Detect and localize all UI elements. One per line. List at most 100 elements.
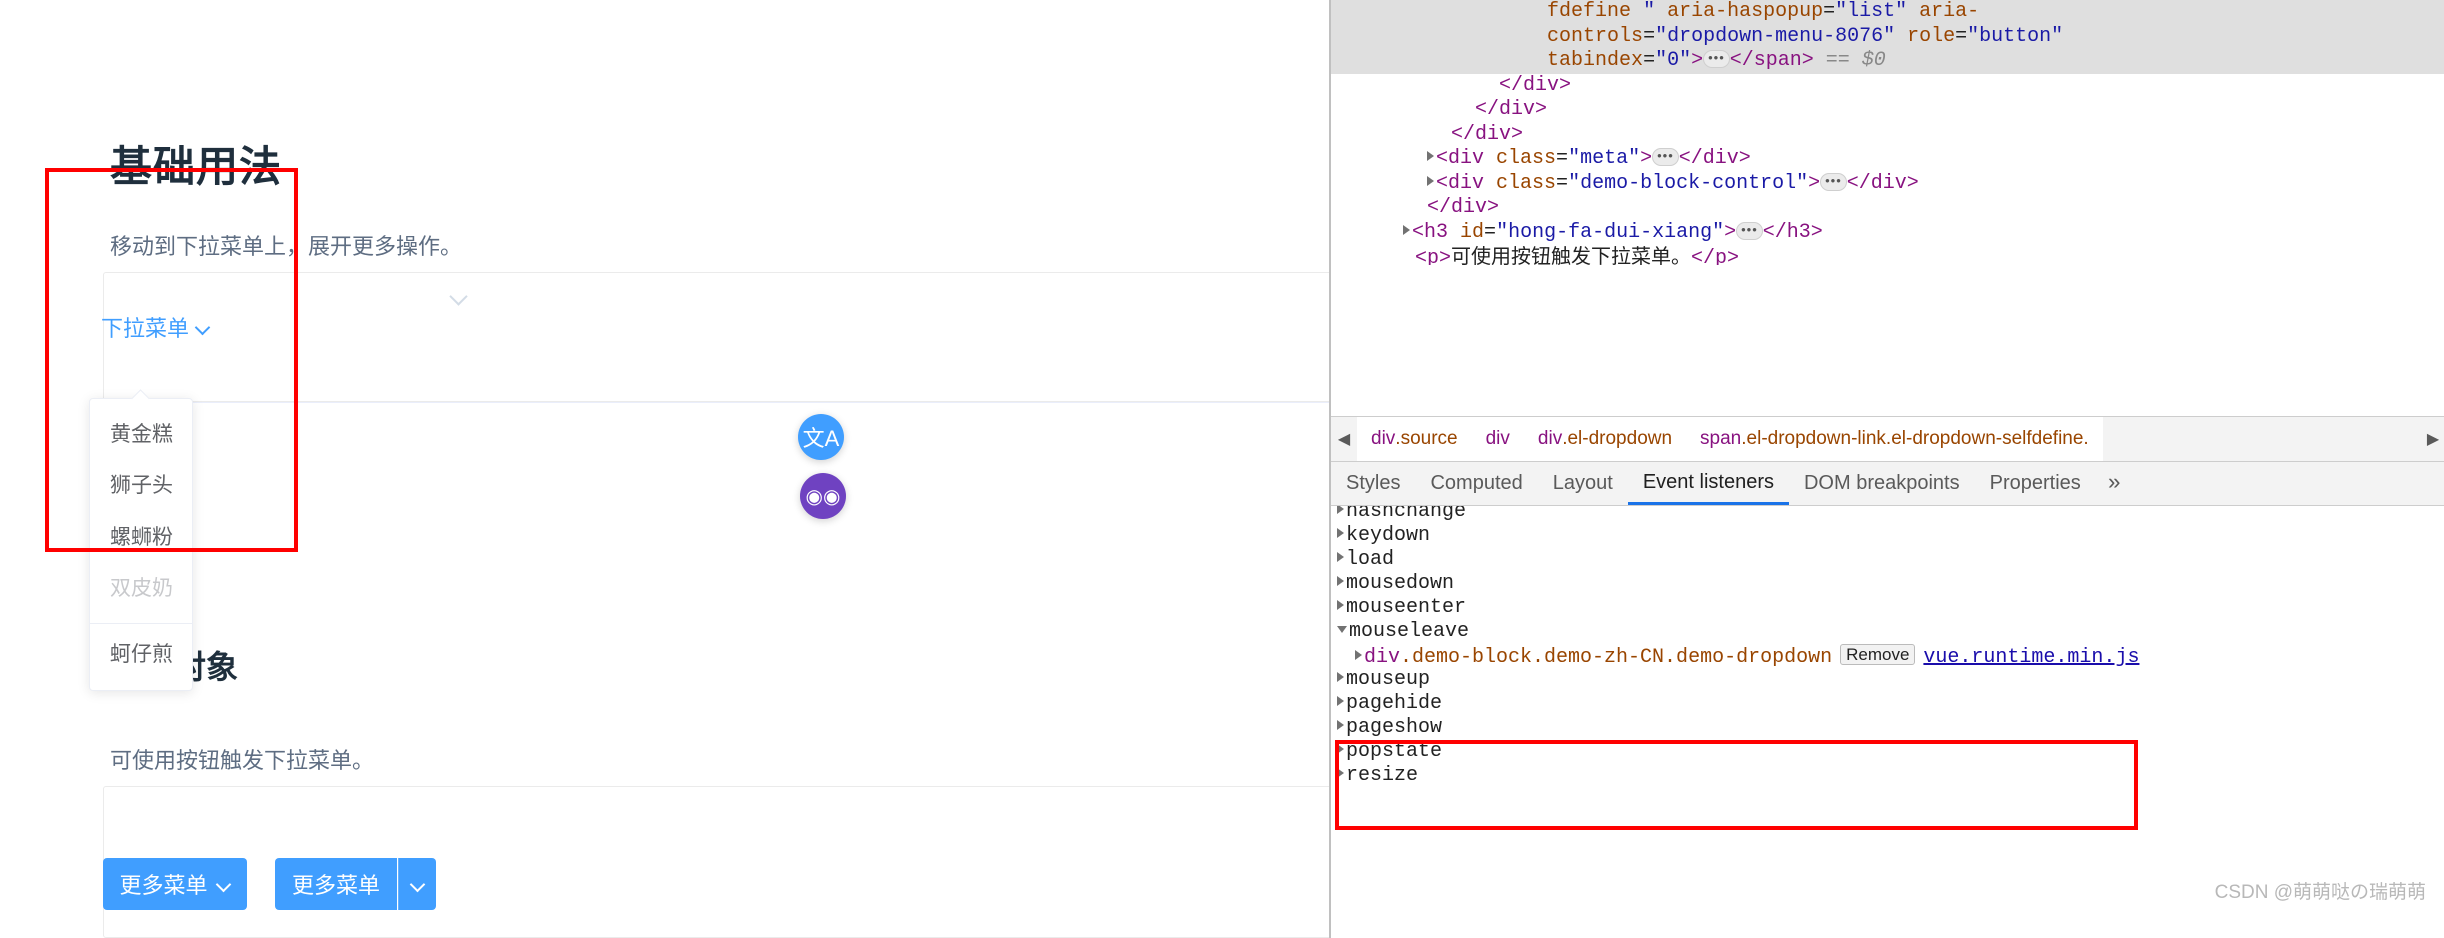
dropdown-menu[interactable]: 黄金糕 狮子头 螺蛳粉 双皮奶 蚵仔煎 <box>89 389 193 691</box>
dom-tree-line[interactable]: <div class="meta"> ••• </div> <box>1331 147 2444 172</box>
dropdown-item-kezaijian[interactable]: 蚵仔煎 <box>90 622 192 680</box>
more-menu-split-caret-button[interactable] <box>398 858 436 910</box>
expand-triangle-icon[interactable] <box>1337 768 1344 778</box>
dom-token: > <box>1640 147 1653 170</box>
demo-block-footer <box>104 402 1329 462</box>
dom-token: controls <box>1547 24 1644 48</box>
more-menu-button[interactable]: 更多菜单 <box>103 858 247 910</box>
dropdown-item-shizitou[interactable]: 狮子头 <box>90 460 192 511</box>
expand-triangle-icon[interactable] <box>1427 151 1435 161</box>
expand-ellipsis-badge[interactable]: ••• <box>1703 50 1730 68</box>
tab-event-listeners[interactable]: Event listeners <box>1627 462 1789 505</box>
dropdown-item-shuangpinai: 双皮奶 <box>110 577 173 601</box>
listener-resize[interactable]: resize <box>1331 764 2444 788</box>
more-menu-split-button[interactable]: 更多菜单 <box>275 858 397 910</box>
breadcrumb-item-div[interactable]: div .source <box>1357 417 1472 461</box>
dom-token: "button" <box>1967 24 2064 48</box>
dom-tree-line[interactable]: </div> <box>1331 196 2444 221</box>
expand-triangle-icon[interactable] <box>1337 744 1344 754</box>
devtools-panel: fdefine " aria-haspopup="list" aria- con… <box>1329 0 2444 938</box>
listener-mouseleave[interactable]: mouseleave <box>1331 620 2444 644</box>
dom-token: </div> <box>1451 122 1524 146</box>
tabs-overflow-button[interactable]: » <box>2096 462 2133 505</box>
listener-mouseenter[interactable]: mouseenter <box>1331 596 2444 620</box>
dom-token: class <box>1496 171 1557 195</box>
listener-target-row[interactable]: div.demo-block.demo-zh-CN.demo-dropdown R… <box>1331 644 2444 669</box>
listener-keydown[interactable]: keydown <box>1331 524 2444 548</box>
dom-token: "meta" <box>1568 147 1641 170</box>
listener-name: resize <box>1346 764 1419 787</box>
listener-load[interactable]: load <box>1331 548 2444 572</box>
tab-properties[interactable]: Properties <box>1975 462 2096 505</box>
dom-tree-line[interactable]: fdefine " aria-haspopup="list" aria- <box>1331 0 2444 25</box>
expand-triangle-icon[interactable] <box>1403 224 1411 235</box>
tab-computed[interactable]: Computed <box>1415 462 1537 505</box>
breadcrumb[interactable]: ◀ div .source div div .el-dropdown span .el-dr… <box>1331 416 2444 462</box>
translate-icon: 文A <box>802 426 840 451</box>
dom-tree-line[interactable]: </div> <box>1331 123 2444 148</box>
dropdown-link-trigger[interactable]: 下拉菜单 <box>101 311 210 343</box>
expand-triangle-icon[interactable] <box>1337 552 1344 562</box>
expand-ellipsis-badge[interactable]: ••• <box>1820 172 1847 191</box>
expand-triangle-icon[interactable] <box>1337 600 1344 610</box>
dom-token: <h3 <box>1412 220 1461 244</box>
dom-tree-line[interactable]: tabindex="0"> ••• </span> == $0 <box>1331 49 2444 74</box>
expand-triangle-icon[interactable] <box>1337 720 1344 730</box>
expand-triangle-icon[interactable] <box>1337 506 1344 514</box>
tab-styles[interactable]: Styles <box>1331 462 1415 505</box>
translate-float-button[interactable]: 文A <box>798 414 844 460</box>
breadcrumb-scroll-left-icon[interactable]: ◀ <box>1331 417 1357 461</box>
breadcrumb-scroll-right-icon[interactable]: ▶ <box>2420 417 2444 461</box>
dom-tree-line[interactable]: <p>可使用按钮触发下拉菜单。</p> <box>1331 245 2444 265</box>
expand-triangle-icon[interactable] <box>1337 576 1344 586</box>
dom-tree[interactable]: fdefine " aria-haspopup="list" aria- con… <box>1331 0 2444 265</box>
breadcrumb-item-div[interactable]: div .el-dropdown <box>1523 417 1687 461</box>
dom-token <box>1331 49 1547 72</box>
dom-token: "list" <box>1835 0 1908 23</box>
dom-tree-line[interactable]: </div> <box>1331 98 2444 123</box>
chevron-down-icon[interactable] <box>452 290 468 306</box>
listener-mouseup[interactable]: mouseup <box>1331 668 2444 692</box>
dom-tree-line[interactable]: controls="dropdown-menu-8076" role="butt… <box>1331 24 2444 49</box>
listener-popstate[interactable]: popstate <box>1331 740 2444 764</box>
tab-dom-breakpoints[interactable]: DOM breakpoints <box>1789 462 1975 505</box>
dom-token: <div <box>1436 171 1497 195</box>
more-menu-button-label: 更多菜单 <box>119 873 208 898</box>
dom-tree-line[interactable]: <div class="demo-block-control"> ••• </div… <box>1331 172 2444 197</box>
expand-triangle-icon[interactable] <box>1337 696 1344 706</box>
eye-float-button[interactable]: ◉◉ <box>800 473 846 519</box>
listener-name: hashchange <box>1346 506 1467 523</box>
tab-layout[interactable]: Layout <box>1538 462 1628 505</box>
dropdown-item-huangjingao[interactable]: 黄金糕 <box>90 409 192 460</box>
listener-name: keydown <box>1346 524 1431 547</box>
dom-token <box>1331 0 1547 23</box>
expand-triangle-icon[interactable] <box>1427 175 1435 186</box>
listener-mousedown[interactable]: mousedown <box>1331 572 2444 596</box>
expand-triangle-icon[interactable] <box>1337 672 1344 682</box>
devtools-tabs[interactable]: Styles Computed Layout Event listeners DOM b… <box>1331 462 2444 506</box>
dom-tree-line[interactable]: </div> <box>1331 74 2444 99</box>
dom-token: </div> <box>1427 196 1500 219</box>
dom-token: 可使用按钮触发下拉菜单。 <box>1451 246 1692 265</box>
listener-pagehide[interactable]: pagehide <box>1331 692 2444 716</box>
expand-ellipsis-badge[interactable]: ••• <box>1736 221 1763 240</box>
more-menu-split-button-label: 更多菜单 <box>291 873 380 898</box>
expand-triangle-icon[interactable] <box>1337 528 1344 538</box>
dropdown-item-luosifen[interactable]: 螺蛳粉 <box>90 512 192 563</box>
collapse-triangle-icon[interactable] <box>1337 626 1347 633</box>
listener-source-link[interactable]: vue.runtime.min.js <box>1923 646 2139 669</box>
remove-listener-button[interactable]: Remove <box>1840 644 1916 665</box>
expand-triangle-icon[interactable] <box>1355 650 1362 660</box>
expand-ellipsis-badge[interactable]: ••• <box>1652 148 1679 166</box>
breadcrumb-tag: div <box>1371 428 1396 449</box>
breadcrumb-tag: span <box>1700 428 1742 449</box>
dom-tree-line[interactable]: <h3 id="hong-fa-dui-xiang"> ••• </h3> <box>1331 221 2444 246</box>
dom-token <box>1331 98 1475 121</box>
listener-pageshow[interactable]: pageshow <box>1331 716 2444 740</box>
dom-token: <div <box>1436 147 1497 170</box>
breadcrumb-item-span[interactable]: span .el-dropdown-link.el-dropdown-selfde… <box>1686 417 2103 461</box>
dropdown-link-label: 下拉菜单 <box>101 316 190 341</box>
event-listeners-list[interactable]: hashchange keydown load mousedown mouseenter… <box>1331 506 2444 938</box>
breadcrumb-item-div[interactable]: div <box>1471 417 1524 461</box>
listener-hashchange[interactable]: hashchange <box>1331 506 2444 524</box>
